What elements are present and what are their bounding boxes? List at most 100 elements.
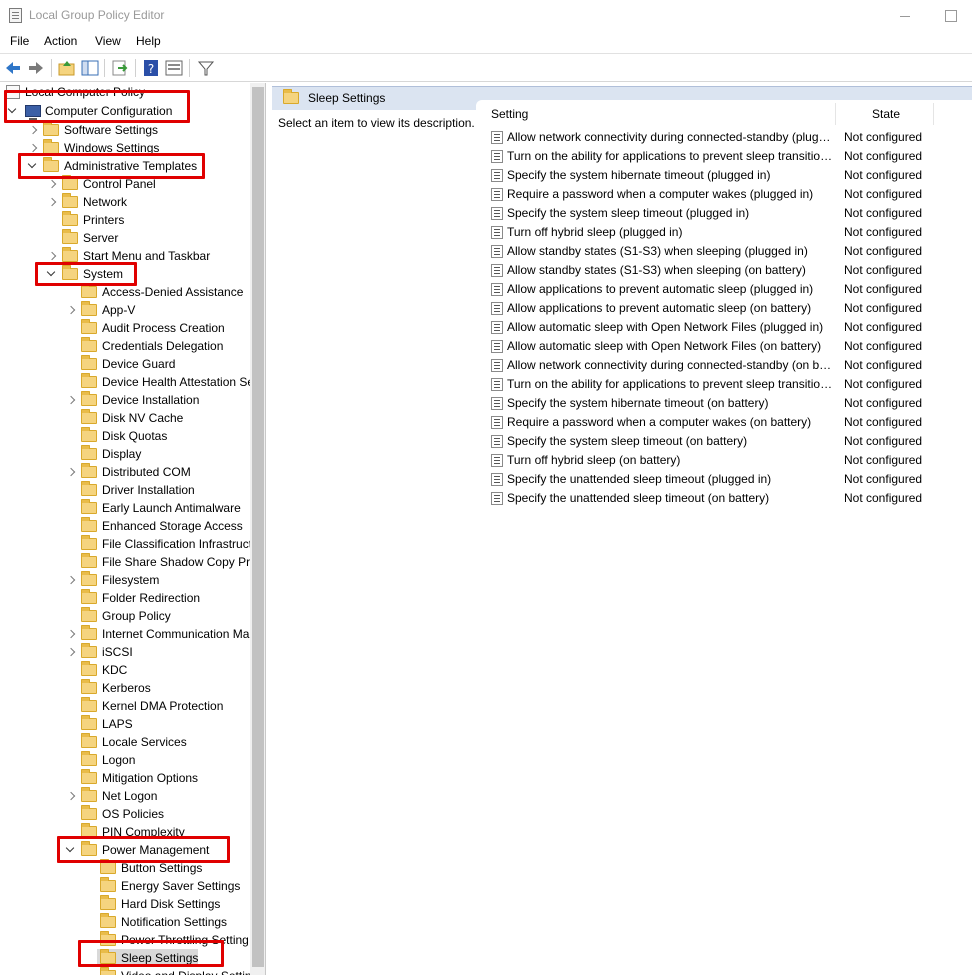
chevron-down-icon[interactable] xyxy=(45,265,57,283)
tree-item-button-settings[interactable]: Button Settings xyxy=(0,859,250,877)
chevron-right-icon[interactable] xyxy=(47,247,59,265)
chevron-right-icon[interactable] xyxy=(66,643,78,661)
table-row[interactable]: Allow standby states (S1-S3) when sleepi… xyxy=(476,242,972,261)
column-header-state[interactable]: State xyxy=(838,103,934,125)
table-row[interactable]: Allow network connectivity during connec… xyxy=(476,356,972,375)
tree-item-system-child[interactable]: Device Installation xyxy=(0,391,250,409)
chevron-down-icon[interactable] xyxy=(6,102,18,120)
tree-item-system-child[interactable]: Group Policy xyxy=(0,607,250,625)
menu-action[interactable]: Action xyxy=(44,34,77,48)
chevron-down-icon[interactable] xyxy=(64,841,76,859)
tree-item-notification-settings[interactable]: Notification Settings xyxy=(0,913,250,931)
back-arrow-icon[interactable] xyxy=(3,58,23,78)
tree-item-system-child[interactable]: File Classification Infrastruct xyxy=(0,535,252,553)
tree-item-system-child[interactable]: File Share Shadow Copy Pro xyxy=(0,553,257,571)
table-row[interactable]: Specify the system hibernate timeout (pl… xyxy=(476,166,972,185)
maximize-button[interactable] xyxy=(928,0,972,32)
minimize-button[interactable] xyxy=(882,0,928,32)
show-hide-tree-icon[interactable] xyxy=(80,58,100,78)
tree-item-energy-saver-settings[interactable]: Energy Saver Settings xyxy=(0,877,250,895)
tree-item-printers[interactable]: Printers xyxy=(0,211,250,229)
tree-item-start-menu-and-taskbar[interactable]: Start Menu and Taskbar xyxy=(0,247,250,265)
table-row[interactable]: Specify the unattended sleep timeout (on… xyxy=(476,489,972,508)
table-row[interactable]: Allow applications to prevent automatic … xyxy=(476,280,972,299)
column-header-setting[interactable]: Setting xyxy=(491,103,836,125)
table-row[interactable]: Specify the unattended sleep timeout (pl… xyxy=(476,470,972,489)
tree-item-system-child[interactable]: OS Policies xyxy=(0,805,250,823)
tree-item-system-child[interactable]: Display xyxy=(0,445,250,463)
table-row[interactable]: Specify the system sleep timeout (on bat… xyxy=(476,432,972,451)
tree-item-system[interactable]: System xyxy=(0,265,250,283)
chevron-right-icon[interactable] xyxy=(66,787,78,805)
menu-view[interactable]: View xyxy=(95,34,121,48)
tree-item-system-child[interactable]: Enhanced Storage Access xyxy=(0,517,250,535)
tree-item-system-child[interactable]: Device Guard xyxy=(0,355,250,373)
tree-item-system-child[interactable]: Folder Redirection xyxy=(0,589,250,607)
tree-item-system-child[interactable]: Device Health Attestation Se xyxy=(0,373,254,391)
chevron-right-icon[interactable] xyxy=(28,139,40,157)
tree-item-system-child[interactable]: Disk Quotas xyxy=(0,427,250,445)
tree-item-server[interactable]: Server xyxy=(0,229,250,247)
tree-item-local-computer-policy[interactable]: Local Computer Policy xyxy=(0,83,250,101)
chevron-right-icon[interactable] xyxy=(66,391,78,409)
table-row[interactable]: Require a password when a computer wakes… xyxy=(476,185,972,204)
tree-scrollbar[interactable] xyxy=(250,83,265,975)
tree-item-hard-disk-settings[interactable]: Hard Disk Settings xyxy=(0,895,250,913)
chevron-right-icon[interactable] xyxy=(66,301,78,319)
tree-item-video-and-display-settings[interactable]: Video and Display Settin xyxy=(0,967,252,975)
table-row[interactable]: Turn off hybrid sleep (plugged in) Not co… xyxy=(476,223,972,242)
table-row[interactable]: Allow standby states (S1-S3) when sleepi… xyxy=(476,261,972,280)
tree-item-system-child[interactable]: Early Launch Antimalware xyxy=(0,499,250,517)
menu-help[interactable]: Help xyxy=(136,34,161,48)
table-row[interactable]: Allow automatic sleep with Open Network … xyxy=(476,318,972,337)
tree-item-power-throttling-settings[interactable]: Power Throttling Setting xyxy=(0,931,250,949)
table-row[interactable]: Turn off hybrid sleep (on battery) Not co… xyxy=(476,451,972,470)
tree-item-system-child[interactable]: PIN Complexity xyxy=(0,823,250,841)
tree-item-system-child[interactable]: Credentials Delegation xyxy=(0,337,250,355)
table-row[interactable]: Turn on the ability for applications to … xyxy=(476,375,972,394)
export-list-icon[interactable] xyxy=(110,58,130,78)
table-row[interactable]: Allow applications to prevent automatic … xyxy=(476,299,972,318)
chevron-right-icon[interactable] xyxy=(28,121,40,139)
tree-item-system-child[interactable]: Kerberos xyxy=(0,679,250,697)
tree-item-system-child[interactable]: Mitigation Options xyxy=(0,769,250,787)
table-row[interactable]: Specify the system hibernate timeout (on… xyxy=(476,394,972,413)
tree-item-system-child[interactable]: Disk NV Cache xyxy=(0,409,250,427)
tree-item-system-child[interactable]: Logon xyxy=(0,751,250,769)
table-row[interactable]: Allow network connectivity during connec… xyxy=(476,128,972,147)
properties-view-icon[interactable] xyxy=(164,58,184,78)
tree-item-system-child[interactable]: Internet Communication Ma xyxy=(0,625,250,643)
filter-icon[interactable] xyxy=(196,58,216,78)
chevron-right-icon[interactable] xyxy=(66,463,78,481)
tree-item-administrative-templates[interactable]: Administrative Templates xyxy=(0,157,250,175)
tree-item-system-child[interactable]: Net Logon xyxy=(0,787,250,805)
forward-arrow-icon[interactable] xyxy=(26,58,46,78)
tree-item-system-child[interactable]: Kernel DMA Protection xyxy=(0,697,250,715)
tree-item-system-child[interactable]: Access-Denied Assistance xyxy=(0,283,250,301)
tree-item-power-management[interactable]: Power Management xyxy=(0,841,250,859)
tree-item-system-child[interactable]: KDC xyxy=(0,661,250,679)
tree-item-system-child[interactable]: Driver Installation xyxy=(0,481,250,499)
tree-item-system-child[interactable]: Filesystem xyxy=(0,571,250,589)
tree-scrollbar-thumb[interactable] xyxy=(252,87,264,967)
tree-item-system-child[interactable]: Distributed COM xyxy=(0,463,250,481)
tree-item-windows-settings[interactable]: Windows Settings xyxy=(0,139,250,157)
menu-file[interactable]: File xyxy=(10,34,29,48)
tree-item-sleep-settings[interactable]: Sleep Settings xyxy=(0,949,250,967)
help-icon[interactable]: ? xyxy=(141,58,161,78)
tree-item-system-child[interactable]: LAPS xyxy=(0,715,250,733)
tree-item-system-child[interactable]: iSCSI xyxy=(0,643,250,661)
up-folder-icon[interactable] xyxy=(57,58,77,78)
tree-item-software-settings[interactable]: Software Settings xyxy=(0,121,250,139)
table-row[interactable]: Turn on the ability for applications to … xyxy=(476,147,972,166)
tree-item-system-child[interactable]: App-V xyxy=(0,301,250,319)
table-row[interactable]: Allow automatic sleep with Open Network … xyxy=(476,337,972,356)
table-row[interactable]: Specify the system sleep timeout (plugge… xyxy=(476,204,972,223)
tree-item-system-child[interactable]: Audit Process Creation xyxy=(0,319,250,337)
tree-item-computer-configuration[interactable]: Computer Configuration xyxy=(0,102,250,120)
tree-item-control-panel[interactable]: Control Panel xyxy=(0,175,250,193)
tree-item-network[interactable]: Network xyxy=(0,193,250,211)
chevron-right-icon[interactable] xyxy=(66,571,78,589)
chevron-right-icon[interactable] xyxy=(66,625,78,643)
chevron-right-icon[interactable] xyxy=(47,193,59,211)
